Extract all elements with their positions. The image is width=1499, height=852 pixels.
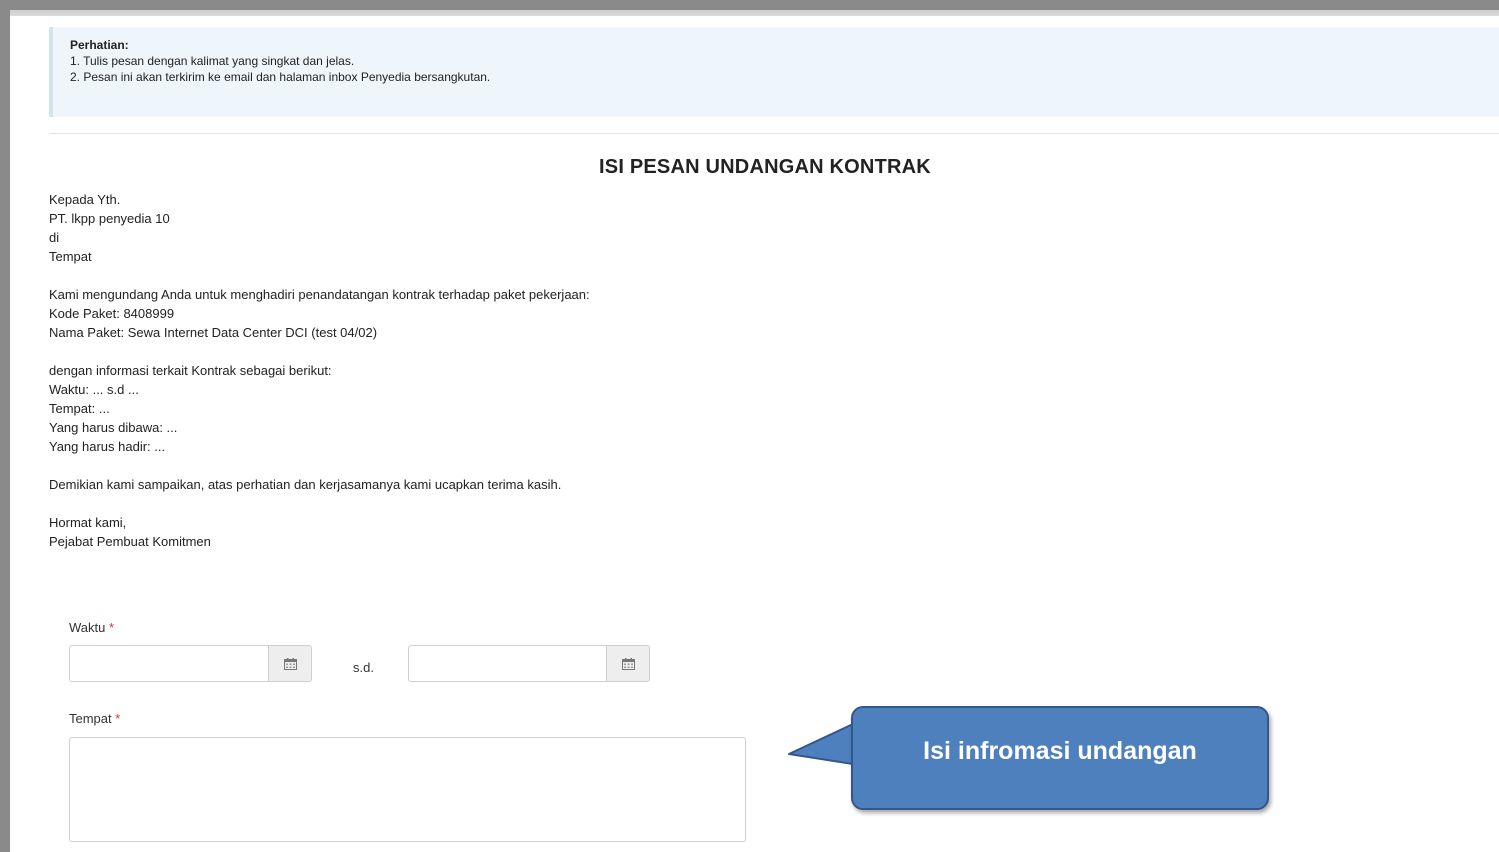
waktu-end-input[interactable] — [408, 645, 606, 682]
message-line — [49, 456, 590, 475]
notice-title: Perhatian: — [70, 38, 129, 52]
message-line: Demikian kami sampaikan, atas perhatian … — [49, 477, 562, 492]
waktu-end-calendar-button[interactable] — [606, 645, 650, 682]
notice-item: 2. Pesan ini akan terkirim ke email dan … — [70, 70, 491, 84]
notice-panel: Perhatian: 1. Tulis pesan dengan kalimat… — [49, 27, 1499, 117]
message-line: Hormat kami, — [49, 515, 127, 530]
callout-box: Isi infromasi undangan — [851, 706, 1269, 810]
range-separator: s.d. — [353, 660, 374, 675]
calendar-icon — [621, 657, 635, 670]
tempat-textarea[interactable] — [69, 737, 746, 842]
message-line: Yang harus hadir: ... — [49, 439, 166, 454]
divider — [49, 133, 1499, 134]
message-line: Nama Paket: Sewa Internet Data Center DC… — [49, 325, 378, 340]
notice-item: 1. Tulis pesan dengan kalimat yang singk… — [70, 54, 355, 68]
message-body: Kepada Yth. PT. lkpp penyedia 10 di Temp… — [49, 190, 590, 551]
callout-text: Isi infromasi undangan — [923, 736, 1197, 765]
screenshot-frame: Perhatian: 1. Tulis pesan dengan kalimat… — [0, 0, 1499, 852]
message-line: Waktu: ... s.d ... — [49, 382, 139, 397]
calendar-icon — [283, 657, 297, 670]
message-line — [49, 342, 590, 361]
waktu-start-input[interactable] — [69, 645, 268, 682]
message-line: Kami mengundang Anda untuk menghadiri pe… — [49, 287, 590, 302]
required-mark: * — [115, 711, 121, 726]
tempat-label-text: Tempat — [69, 711, 112, 726]
tempat-label: Tempat * — [69, 711, 120, 726]
page-title: ISI PESAN UNDANGAN KONTRAK — [599, 156, 931, 178]
message-line: Tempat — [49, 249, 92, 264]
message-line — [49, 494, 590, 513]
waktu-label: Waktu * — [69, 620, 114, 635]
message-line: dengan informasi terkait Kontrak sebagai… — [49, 363, 332, 378]
message-line: Pejabat Pembuat Komitmen — [49, 534, 211, 549]
message-line — [49, 266, 590, 285]
waktu-end-group — [408, 645, 650, 682]
message-line: Yang harus dibawa: ... — [49, 420, 178, 435]
required-mark: * — [108, 620, 115, 635]
waktu-label-text: Waktu — [69, 620, 106, 635]
message-line: Kode Paket: 8408999 — [49, 306, 175, 321]
message-line: Kepada Yth. — [49, 192, 121, 207]
waktu-start-calendar-button[interactable] — [268, 645, 312, 682]
waktu-start-group — [69, 645, 312, 682]
message-line: Tempat: ... — [49, 401, 110, 416]
message-line: di — [49, 230, 60, 245]
message-line: PT. lkpp penyedia 10 — [49, 211, 170, 226]
